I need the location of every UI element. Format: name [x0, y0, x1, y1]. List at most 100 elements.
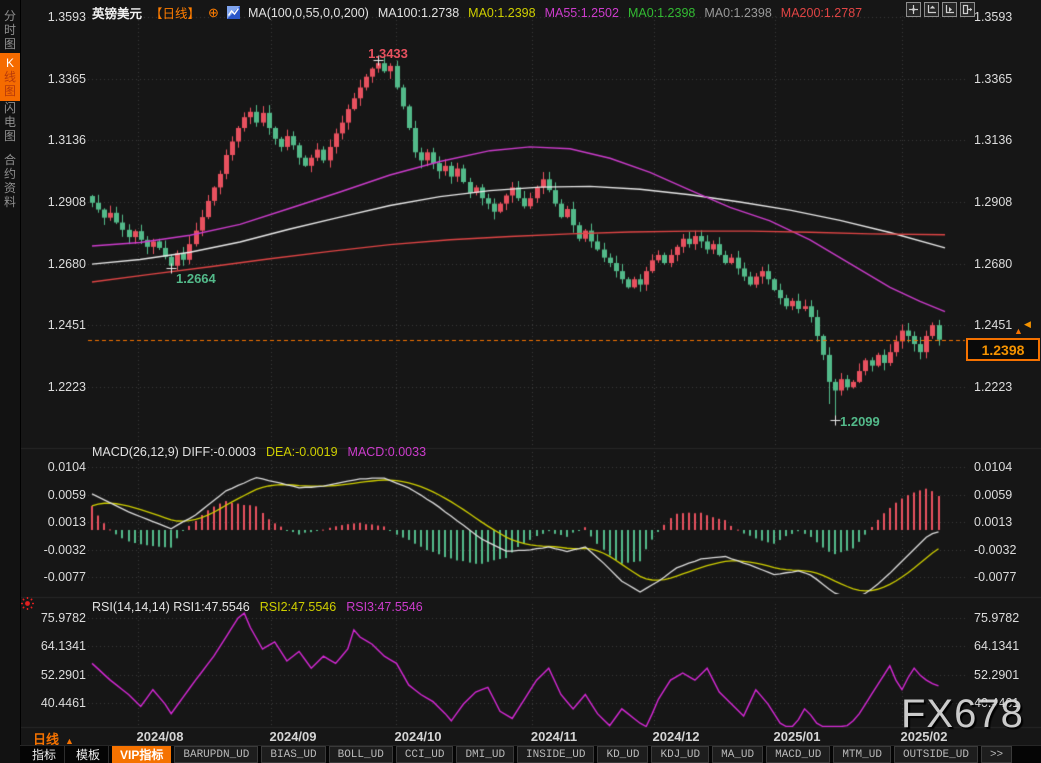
- indicator-tab[interactable]: OUTSIDE_UD: [894, 746, 978, 763]
- exit-fullscreen-icon[interactable]: [960, 2, 975, 17]
- axis-label-left: 0.0104: [28, 460, 86, 474]
- macd-value-label: DEA:-0.0019: [266, 445, 338, 459]
- axis-label-right: 52.2901: [974, 668, 1019, 682]
- indicator-tab[interactable]: DMI_UD: [456, 746, 514, 763]
- ma-value-label: MA(100,0,55,0,0,200): [248, 6, 369, 20]
- sidebar-tab-kline-chart[interactable]: K线图: [0, 53, 20, 101]
- indicator-tab[interactable]: 指标: [24, 746, 65, 763]
- sidebar-tab-time-chart[interactable]: 分时图: [0, 6, 20, 54]
- add-indicator-icon[interactable]: ⊕: [208, 5, 219, 21]
- axis-label-right: 64.1341: [974, 639, 1019, 653]
- sidebar-tab-char: 资: [0, 181, 20, 195]
- axis-label-right: 1.2451: [974, 318, 1012, 332]
- axis-label-right: 0.0013: [974, 515, 1012, 529]
- xaxis-month-label: 2024/08: [137, 729, 184, 744]
- axis-label-right: -0.0077: [974, 570, 1016, 584]
- axis-zoom-in-icon[interactable]: [924, 2, 939, 17]
- indicator-tab[interactable]: VIP指标: [112, 746, 171, 763]
- indicator-tab[interactable]: 模板: [68, 746, 109, 763]
- axis-label-left: 1.2451: [28, 318, 86, 332]
- axis-label-left: 75.9782: [28, 611, 86, 625]
- sidebar-tab-char: 料: [0, 195, 20, 209]
- trading-app-window: 分时图K线图闪电图合约资料 英镑美元 【日线】 ⊕ MA(100,0,55,0,…: [0, 0, 1041, 763]
- chart-header: 英镑美元 【日线】 ⊕ MA(100,0,55,0,0,200)MA100:1.…: [92, 3, 862, 22]
- price-alert-marker-icon: ◀: [1024, 319, 1031, 330]
- indicator-tab[interactable]: >>: [981, 746, 1012, 763]
- sidebar-tab-char: 电: [0, 115, 20, 129]
- axis-label-left: 1.3365: [28, 72, 86, 86]
- axis-label-left: -0.0032: [28, 543, 86, 557]
- ma-settings-icon[interactable]: [227, 6, 240, 19]
- axis-zoom-out-icon[interactable]: [942, 2, 957, 17]
- axis-label-left: 0.0059: [28, 488, 86, 502]
- sidebar-tab-char: 图: [0, 37, 20, 51]
- ma-value-label: MA55:1.2502: [545, 6, 619, 20]
- indicator-tab[interactable]: MTM_UD: [833, 746, 891, 763]
- macd-header: MACD(26,12,9) DIFF:-0.0003 DEA:-0.0019 MAC…: [92, 445, 426, 459]
- xaxis-month-label: 2025/01: [774, 729, 821, 744]
- chart-toolbar: [906, 2, 975, 17]
- indicator-tab[interactable]: BARUPDN_UD: [174, 746, 258, 763]
- indicator-tab[interactable]: KDJ_UD: [651, 746, 709, 763]
- axis-label-right: 1.3136: [974, 133, 1012, 147]
- low-price-label: 1.2664: [176, 271, 216, 286]
- axis-label-right: 1.2223: [974, 380, 1012, 394]
- crosshair-icon[interactable]: [906, 2, 921, 17]
- axis-label-right: 1.3365: [974, 72, 1012, 86]
- sidebar-tab-flash-chart[interactable]: 闪电图: [0, 98, 20, 146]
- last-price-tag: 1.2398: [966, 338, 1040, 361]
- sidebar-tab-char: 线: [0, 70, 20, 84]
- indicator-tabbar: 指标模板VIP指标BARUPDN_UDBIAS_UDBOLL_UDCCI_UDD…: [20, 745, 1041, 763]
- left-sidebar: 分时图K线图闪电图合约资料: [0, 0, 21, 763]
- axis-label-right: 0.0059: [974, 488, 1012, 502]
- axis-label-right: 1.3593: [974, 10, 1012, 24]
- sidebar-tab-char: 闪: [0, 101, 20, 115]
- axis-label-right: -0.0032: [974, 543, 1016, 557]
- price-up-arrow-icon: ▲: [1014, 326, 1023, 336]
- axis-label-left: 1.2908: [28, 195, 86, 209]
- ma-value-label: MA200:1.2787: [781, 6, 862, 20]
- rsi-value-label: RSI2:47.5546: [260, 600, 336, 614]
- indicator-tab[interactable]: BOLL_UD: [329, 746, 393, 763]
- axis-label-left: 1.3593: [28, 10, 86, 24]
- axis-label-left: 64.1341: [28, 639, 86, 653]
- axis-label-right: 1.2680: [974, 257, 1012, 271]
- xaxis-month-label: 2024/11: [531, 729, 577, 744]
- indicator-tab[interactable]: INSIDE_UD: [517, 746, 594, 763]
- ma-value-label: MA0:1.2398: [704, 6, 771, 20]
- rsi-value-label: RSI(14,14,14) RSI1:47.5546: [92, 600, 250, 614]
- axis-label-left: 1.2680: [28, 257, 86, 271]
- chart-canvas[interactable]: [0, 0, 1041, 763]
- rsi-header: RSI(14,14,14) RSI1:47.5546 RSI2:47.5546 RS…: [92, 600, 423, 614]
- xaxis-month-label: 2024/10: [395, 729, 442, 744]
- axis-label-left: 1.3136: [28, 133, 86, 147]
- axis-label-left: 0.0013: [28, 515, 86, 529]
- rsi-value-label: RSI3:47.5546: [346, 600, 422, 614]
- sidebar-tab-char: 约: [0, 167, 20, 181]
- last-price-value: 1.2398: [982, 342, 1025, 358]
- sidebar-tab-char: K: [0, 56, 20, 70]
- low-price-label: 1.2099: [840, 414, 880, 429]
- axis-label-left: 1.2223: [28, 380, 86, 394]
- sidebar-tab-char: 时: [0, 23, 20, 37]
- sidebar-tab-contract-info[interactable]: 合约资料: [0, 150, 20, 212]
- indicator-tab[interactable]: BIAS_UD: [261, 746, 325, 763]
- indicator-tab[interactable]: KD_UD: [597, 746, 648, 763]
- watermark: FX678: [901, 692, 1024, 737]
- sun-icon: [21, 597, 34, 615]
- high-price-label: 1.3433: [368, 46, 408, 61]
- sidebar-tab-char: 图: [0, 129, 20, 143]
- ma-value-label: MA0:1.2398: [628, 6, 695, 20]
- ma-value-label: MA100:1.2738: [378, 6, 459, 20]
- macd-value-label: MACD(26,12,9) DIFF:-0.0003: [92, 445, 256, 459]
- axis-label-right: 75.9782: [974, 611, 1019, 625]
- sidebar-tab-char: 分: [0, 9, 20, 23]
- axis-label-right: 0.0104: [974, 460, 1012, 474]
- indicator-tab[interactable]: CCI_UD: [396, 746, 454, 763]
- axis-label-left: 52.2901: [28, 668, 86, 682]
- macd-value-label: MACD:0.0033: [348, 445, 427, 459]
- symbol-title: 英镑美元: [92, 3, 142, 22]
- indicator-tab[interactable]: MACD_UD: [766, 746, 830, 763]
- sidebar-tab-char: 合: [0, 153, 20, 167]
- indicator-tab[interactable]: MA_UD: [712, 746, 763, 763]
